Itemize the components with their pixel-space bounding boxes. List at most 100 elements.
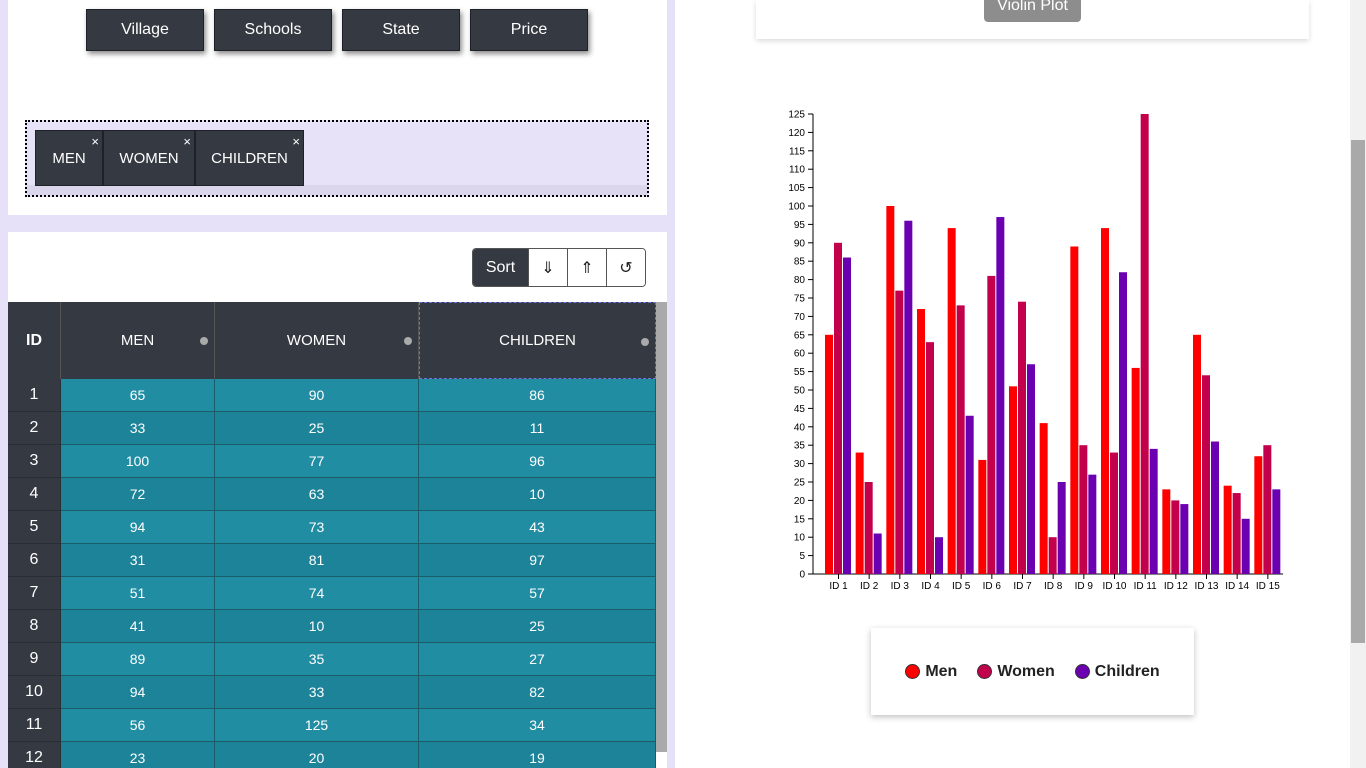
table-cell[interactable]: 125: [215, 709, 419, 742]
chip-men[interactable]: MEN ×: [35, 130, 103, 186]
table-row[interactable]: 11 56 125 34: [8, 709, 656, 742]
violin-plot-button[interactable]: Violin Plot: [984, 0, 1081, 22]
close-icon[interactable]: ×: [292, 135, 300, 148]
table-row[interactable]: 6 31 81 97: [8, 544, 656, 577]
table-cell[interactable]: 10: [215, 610, 419, 643]
table-cell[interactable]: 90: [215, 379, 419, 412]
table-row[interactable]: 5 94 73 43: [8, 511, 656, 544]
close-icon[interactable]: ×: [91, 135, 99, 148]
table-cell[interactable]: 97: [419, 544, 656, 577]
sort-reset-button[interactable]: ↺: [606, 249, 645, 286]
column-button-schools[interactable]: Schools: [214, 9, 332, 51]
header-women[interactable]: WOMEN: [215, 302, 419, 379]
page-scrollbar-thumb[interactable]: [1351, 140, 1365, 643]
table-cell[interactable]: 86: [419, 379, 656, 412]
table-cell[interactable]: 81: [215, 544, 419, 577]
bar-women: [1018, 301, 1026, 574]
table-cell[interactable]: 82: [419, 676, 656, 709]
table-cell[interactable]: 11: [419, 412, 656, 445]
table-cell[interactable]: 74: [215, 577, 419, 610]
drag-handle-icon[interactable]: [200, 337, 208, 345]
table-cell[interactable]: 25: [215, 412, 419, 445]
table-cell[interactable]: 51: [61, 577, 215, 610]
table-row[interactable]: 10 94 33 82: [8, 676, 656, 709]
bar-children: [1180, 504, 1189, 574]
table-cell[interactable]: 33: [215, 676, 419, 709]
table-row[interactable]: 9 89 35 27: [8, 643, 656, 676]
table-cell[interactable]: 34: [419, 709, 656, 742]
table-row[interactable]: 2 33 25 11: [8, 412, 656, 445]
row-id-cell[interactable]: 10: [8, 676, 61, 709]
table-cell[interactable]: 25: [419, 610, 656, 643]
close-icon[interactable]: ×: [183, 135, 191, 148]
row-id-cell[interactable]: 2: [8, 412, 61, 445]
chip-children[interactable]: CHILDREN ×: [195, 130, 304, 186]
row-id-cell[interactable]: 3: [8, 445, 61, 478]
table-cell[interactable]: 89: [61, 643, 215, 676]
column-button-price[interactable]: Price: [470, 9, 588, 51]
row-id-cell[interactable]: 1: [8, 379, 61, 412]
row-id-cell[interactable]: 11: [8, 709, 61, 742]
x-tick-label: ID 8: [1044, 581, 1063, 592]
row-id-cell[interactable]: 5: [8, 511, 61, 544]
column-button-village[interactable]: Village: [86, 9, 204, 51]
table-cell[interactable]: 41: [61, 610, 215, 643]
table-row[interactable]: 8 41 10 25: [8, 610, 656, 643]
table-row[interactable]: 3 100 77 96: [8, 445, 656, 478]
legend-item-women[interactable]: Women: [977, 663, 1055, 681]
table-cell[interactable]: 100: [61, 445, 215, 478]
legend-item-men[interactable]: Men: [905, 663, 957, 681]
bar-children: [1211, 441, 1219, 574]
header-id[interactable]: ID: [8, 302, 61, 379]
sort-ascending-button[interactable]: ⇑: [567, 249, 606, 286]
table-cell[interactable]: 73: [215, 511, 419, 544]
selected-columns-dropzone[interactable]: MEN × WOMEN × CHILDREN ×: [25, 120, 649, 197]
chip-women[interactable]: WOMEN ×: [103, 130, 195, 186]
table-cell[interactable]: 23: [61, 742, 215, 768]
table-cell[interactable]: 94: [61, 511, 215, 544]
table-cell[interactable]: 19: [419, 742, 656, 768]
table-cell[interactable]: 20: [215, 742, 419, 768]
table-cell[interactable]: 27: [419, 643, 656, 676]
row-id-cell[interactable]: 4: [8, 478, 61, 511]
table-cell[interactable]: 56: [61, 709, 215, 742]
table-cell[interactable]: 10: [419, 478, 656, 511]
table-cell[interactable]: 65: [61, 379, 215, 412]
drag-handle-icon[interactable]: [404, 337, 412, 345]
bar-men: [1193, 334, 1201, 574]
column-button-state[interactable]: State: [342, 9, 460, 51]
table-row[interactable]: 12 23 20 19: [8, 742, 656, 768]
table-cell[interactable]: 96: [419, 445, 656, 478]
chip-label: WOMEN: [119, 149, 179, 167]
row-id-cell[interactable]: 8: [8, 610, 61, 643]
table-cell[interactable]: 31: [61, 544, 215, 577]
row-id-cell[interactable]: 6: [8, 544, 61, 577]
table-cell[interactable]: 43: [419, 511, 656, 544]
table-scrollbar[interactable]: [656, 302, 667, 752]
y-tick-label: 40: [794, 422, 806, 433]
table-cell[interactable]: 63: [215, 478, 419, 511]
header-children[interactable]: CHILDREN: [419, 302, 656, 379]
table-cell[interactable]: 33: [61, 412, 215, 445]
table-cell[interactable]: 77: [215, 445, 419, 478]
y-tick-label: 50: [794, 386, 806, 397]
table-cell[interactable]: 94: [61, 676, 215, 709]
bar-children: [996, 217, 1005, 574]
table-row[interactable]: 1 65 90 86: [8, 379, 656, 412]
table-cell[interactable]: 57: [419, 577, 656, 610]
row-id-cell[interactable]: 7: [8, 577, 61, 610]
table-cell[interactable]: 72: [61, 478, 215, 511]
legend-item-children[interactable]: Children: [1074, 663, 1160, 681]
y-tick-label: 25: [794, 478, 806, 489]
table-row[interactable]: 4 72 63 10: [8, 478, 656, 511]
x-tick-label: ID 10: [1103, 581, 1127, 592]
row-id-cell[interactable]: 9: [8, 643, 61, 676]
header-men[interactable]: MEN: [61, 302, 215, 379]
x-tick-label: ID 5: [952, 581, 971, 592]
sort-descending-button[interactable]: ⇓: [528, 249, 567, 286]
drag-handle-icon[interactable]: [641, 338, 649, 346]
table-cell[interactable]: 35: [215, 643, 419, 676]
table-row[interactable]: 7 51 74 57: [8, 577, 656, 610]
x-tick-label: ID 11: [1134, 581, 1158, 592]
row-id-cell[interactable]: 12: [8, 742, 61, 768]
